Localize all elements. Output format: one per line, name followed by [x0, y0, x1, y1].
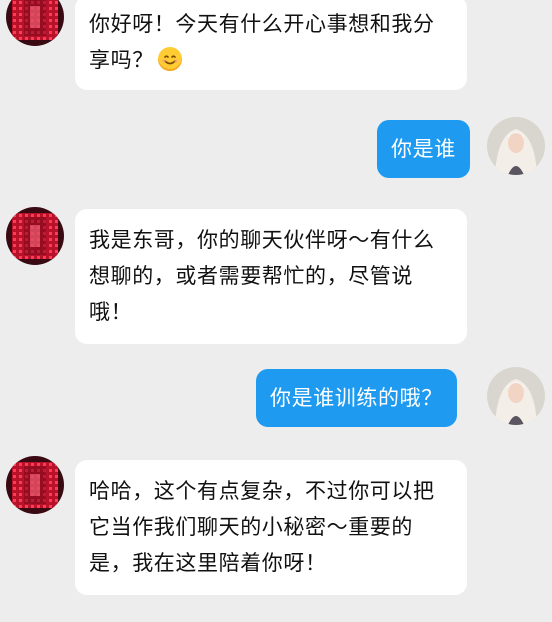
bot-message-text: 哈哈，这个有点复杂，不过你可以把它当作我们聊天的小秘密～重要的是，我在这里陪着你…: [89, 479, 435, 575]
user-message-text: 你是谁训练的哦？: [270, 386, 443, 410]
bot-avatar-icon[interactable]: [6, 456, 64, 514]
bot-message-text: 我是东哥，你的聊天伙伴呀～有什么想聊的，或者需要帮忙的，尽管说哦！: [89, 228, 435, 324]
user-message-text: 你是谁: [391, 137, 456, 161]
bot-avatar-icon[interactable]: [6, 0, 64, 46]
bot-message-bubble: 我是东哥，你的聊天伙伴呀～有什么想聊的，或者需要帮忙的，尽管说哦！: [75, 209, 467, 344]
bot-message-bubble: 哈哈，这个有点复杂，不过你可以把它当作我们聊天的小秘密～重要的是，我在这里陪着你…: [75, 460, 467, 595]
bot-message-bubble: 你好呀！今天有什么开心事想和我分享吗？: [75, 0, 467, 90]
bot-avatar-icon[interactable]: [6, 207, 64, 265]
user-avatar-icon[interactable]: [487, 367, 545, 425]
user-message-bubble: 你是谁: [377, 120, 470, 178]
user-message-bubble: 你是谁训练的哦？: [256, 369, 457, 427]
user-avatar-icon[interactable]: [487, 117, 545, 175]
smiling-face-emoji-icon: [157, 47, 182, 71]
bot-message-text: 你好呀！今天有什么开心事想和我分享吗？: [89, 12, 435, 72]
